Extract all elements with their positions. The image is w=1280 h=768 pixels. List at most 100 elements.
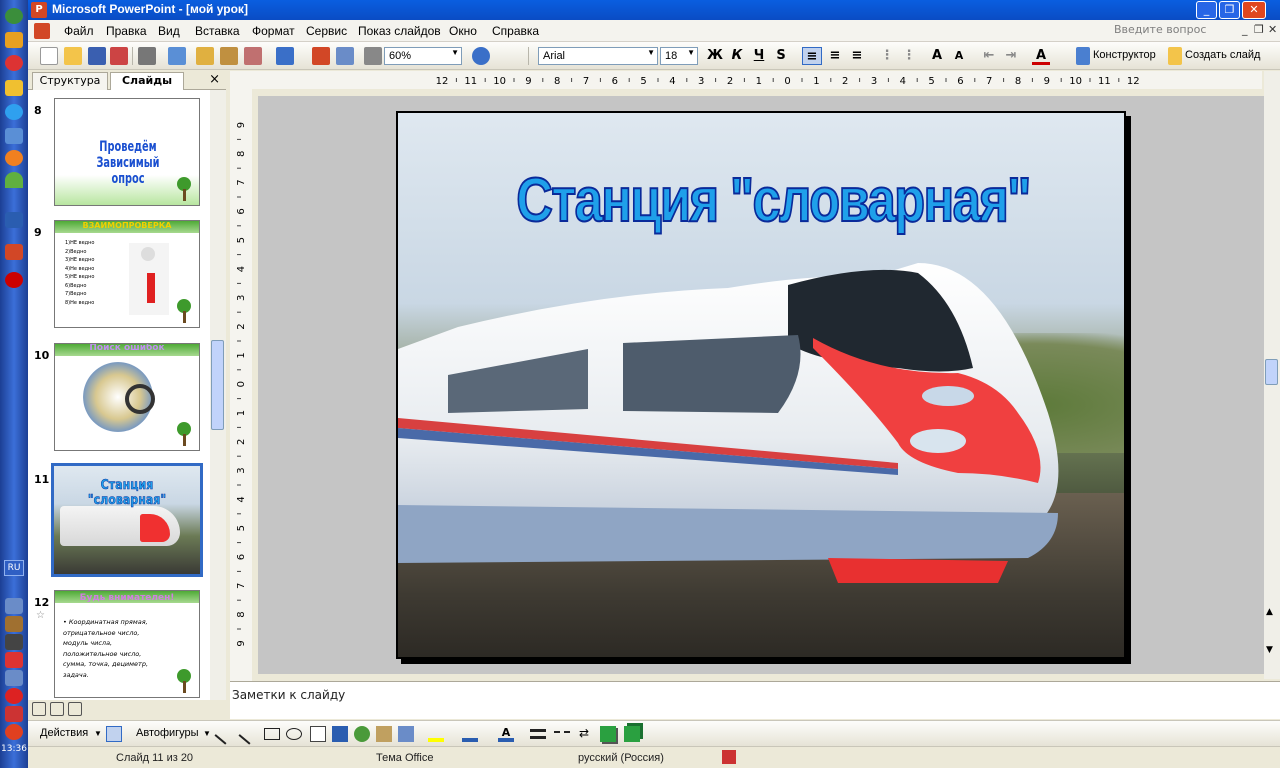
scroll-thumb[interactable] (1265, 359, 1278, 385)
increase-font-icon[interactable]: A (928, 47, 946, 65)
insert-chart-icon[interactable] (312, 47, 330, 65)
undo-icon[interactable] (276, 47, 294, 65)
tray-icon[interactable] (5, 706, 23, 722)
powerpoint-icon[interactable] (5, 244, 23, 260)
clock[interactable]: 13:36 (0, 744, 28, 754)
picture-icon[interactable] (398, 726, 414, 742)
diagram-icon[interactable] (354, 726, 370, 742)
underline-button[interactable]: Ч (750, 47, 768, 65)
arrow-style-icon[interactable]: ⇄ (576, 726, 592, 742)
fill-color-icon[interactable] (428, 726, 444, 742)
font-color-icon[interactable]: A (498, 726, 514, 742)
antivirus-icon[interactable] (5, 688, 23, 704)
tray-icon[interactable] (5, 598, 23, 614)
tab-outline[interactable]: Структура (32, 72, 108, 90)
minimize-button[interactable]: _ (1196, 1, 1217, 19)
start-icon[interactable] (5, 8, 23, 24)
sorter-view-icon[interactable] (50, 702, 64, 716)
editor-scrollbar[interactable]: ▲ ▼ (1264, 71, 1280, 679)
close-button[interactable]: ✕ (1242, 1, 1266, 19)
insert-table-icon[interactable] (336, 47, 354, 65)
bullets-icon[interactable]: ⋮ (900, 47, 918, 65)
font-color-icon[interactable]: A (1032, 47, 1050, 65)
permission-icon[interactable] (110, 47, 128, 65)
menu-edit[interactable]: Правка (106, 24, 147, 38)
ie-icon[interactable] (5, 104, 23, 120)
textbox-icon[interactable] (310, 726, 326, 742)
paste-icon[interactable] (220, 47, 238, 65)
slide-title[interactable]: Станция "словарная" (490, 165, 1056, 236)
doc-close-button[interactable]: ✕ (1268, 23, 1277, 36)
chevron-down-icon[interactable]: ▼ (203, 729, 211, 738)
align-center-icon[interactable]: ≡ (826, 47, 844, 65)
volume-icon[interactable] (5, 634, 23, 650)
arrow-icon[interactable] (238, 723, 260, 745)
cut-icon[interactable] (196, 47, 214, 65)
doc-restore-button[interactable]: ❐ (1254, 23, 1264, 36)
menu-view[interactable]: Вид (158, 24, 180, 38)
font-size-select[interactable]: 18 ▼ (660, 47, 698, 65)
spelling-icon[interactable] (168, 47, 186, 65)
menu-help[interactable]: Справка (492, 24, 539, 38)
chrome-icon[interactable] (5, 150, 23, 166)
slide-thumbnail-9[interactable]: ВЗАИМОПРОВЕРКА 1)НЕ ведно 2)Ведно 3)НЕ в… (54, 220, 200, 328)
network-icon[interactable] (5, 652, 23, 668)
format-painter-icon[interactable] (244, 47, 262, 65)
new-slide-button[interactable]: Создать слайд (1185, 49, 1260, 61)
3d-style-icon[interactable] (624, 726, 640, 742)
font-select[interactable]: Arial ▼ (538, 47, 658, 65)
slideshow-view-icon[interactable] (68, 702, 82, 716)
menu-tools[interactable]: Сервис (306, 24, 347, 38)
app-icon[interactable]: P (31, 2, 47, 18)
ask-question-box[interactable]: Введите вопрос (1114, 23, 1240, 39)
menu-slideshow[interactable]: Показ слайдов (358, 24, 441, 38)
restore-button[interactable]: ❐ (1219, 1, 1240, 19)
tray-icon[interactable] (5, 616, 23, 632)
spelling-status-icon[interactable] (722, 750, 736, 764)
numbering-icon[interactable]: ⋮ (878, 47, 896, 65)
help-icon[interactable] (472, 47, 490, 65)
shadow-style-icon[interactable] (600, 726, 616, 742)
save-icon[interactable] (88, 47, 106, 65)
dash-style-icon[interactable] (554, 731, 570, 741)
opera-icon[interactable] (5, 272, 23, 288)
current-slide[interactable]: Станция "словарная" (396, 111, 1126, 659)
close-icon[interactable]: × (209, 72, 220, 87)
menu-window[interactable]: Окно (449, 24, 477, 38)
decrease-font-icon[interactable]: A (950, 47, 968, 65)
language-indicator[interactable]: RU (4, 560, 24, 576)
clipart-icon[interactable] (376, 726, 392, 742)
quicklaunch-icon[interactable] (5, 32, 23, 48)
wordart-icon[interactable] (332, 726, 348, 742)
shadow-button[interactable]: S (772, 47, 790, 65)
autoshapes-menu[interactable]: Автофигуры (136, 727, 199, 739)
normal-view-icon[interactable] (32, 702, 46, 716)
line-style-icon[interactable] (530, 729, 546, 739)
decrease-indent-icon[interactable]: ⇤ (980, 47, 998, 65)
align-left-icon[interactable]: ≡ (802, 47, 822, 65)
chevron-down-icon[interactable]: ▼ (1266, 645, 1273, 655)
app-icon[interactable] (5, 172, 23, 188)
new-icon[interactable] (40, 47, 58, 65)
actions-menu[interactable]: Действия (40, 727, 88, 739)
menu-file[interactable]: Файл (64, 24, 94, 38)
slide-thumbnail-10[interactable]: Поиск ошибок (54, 343, 200, 451)
tab-slides[interactable]: Слайды (110, 72, 184, 91)
word-icon[interactable] (5, 212, 23, 228)
slide-thumbnail-12[interactable]: Будь внимателен! • Координатная прямая, … (54, 590, 200, 698)
document-icon[interactable] (34, 23, 50, 39)
menu-insert[interactable]: Вставка (195, 24, 240, 38)
rectangle-icon[interactable] (264, 728, 280, 740)
print-icon[interactable] (138, 47, 156, 65)
open-icon[interactable] (64, 47, 82, 65)
bold-button[interactable]: Ж (706, 47, 724, 65)
align-right-icon[interactable]: ≡ (848, 47, 866, 65)
italic-button[interactable]: К (728, 47, 746, 65)
desktop-icon[interactable] (5, 128, 23, 144)
select-pointer-icon[interactable] (106, 726, 122, 742)
tray-icon[interactable] (5, 670, 23, 686)
title-bar[interactable]: P Microsoft PowerPoint - [мой урок] _ ❐ … (28, 0, 1280, 20)
increase-indent-icon[interactable]: ⇥ (1002, 47, 1020, 65)
slide-thumbnail-8[interactable]: Проведём Зависимый опрос (54, 98, 200, 206)
tray-icon[interactable] (5, 724, 23, 740)
